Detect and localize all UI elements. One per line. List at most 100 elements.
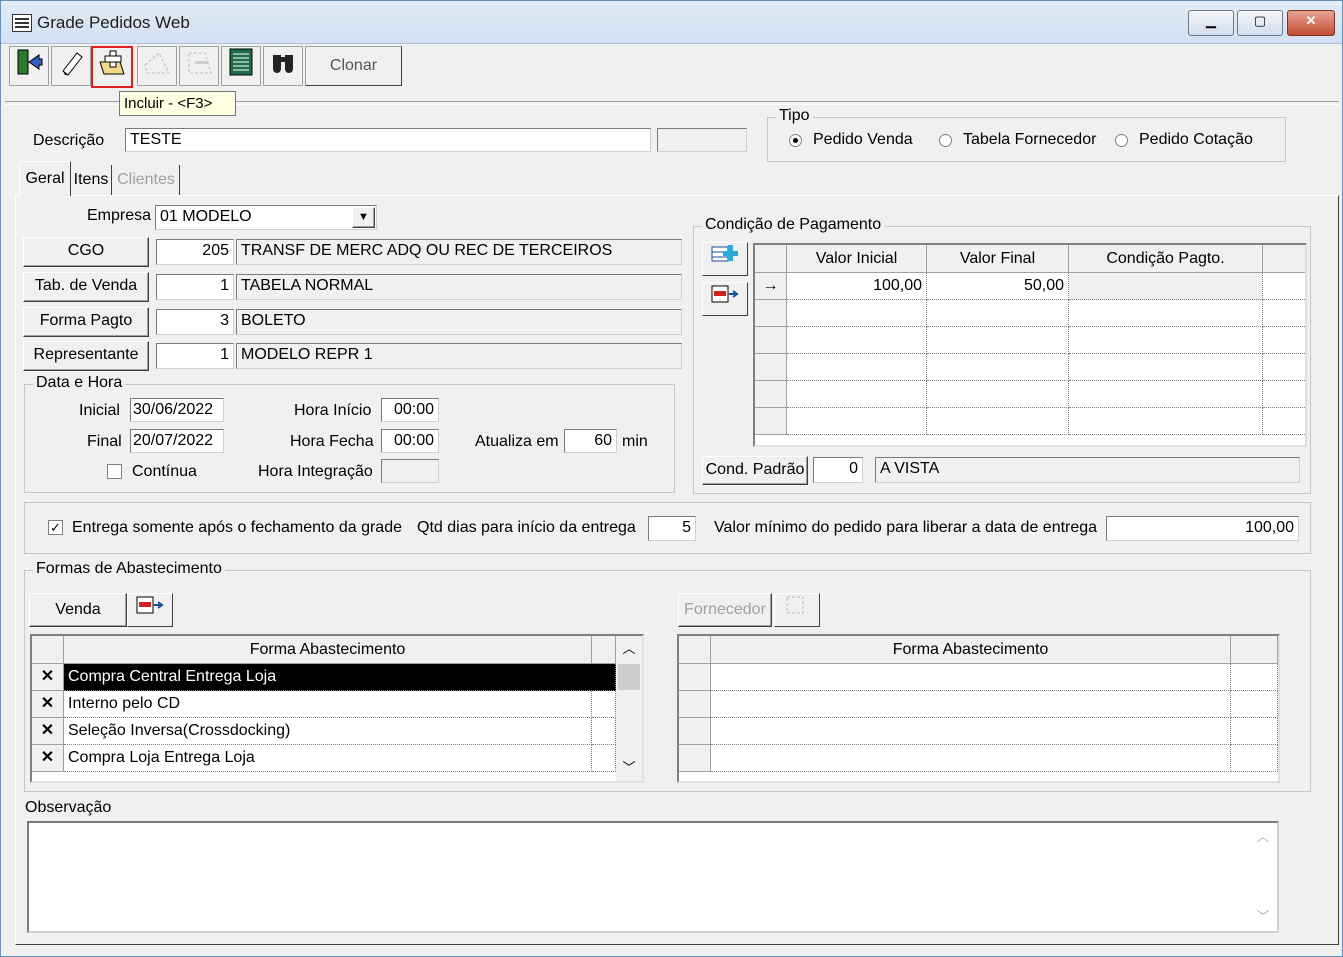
window-title: Grade Pedidos Web (37, 13, 190, 32)
radio-tabela-fornecedor[interactable] (939, 134, 952, 147)
tab-itens[interactable]: Itens (71, 165, 112, 195)
qtd-dias-input[interactable]: 5 (648, 516, 696, 541)
grid-cell[interactable] (927, 300, 1069, 327)
maximize-button[interactable]: ▢ (1237, 10, 1283, 36)
radio-pedido-cotacao[interactable] (1115, 134, 1128, 147)
binoculars-icon[interactable] (263, 46, 303, 86)
final-date-input[interactable]: 20/07/2022 (130, 429, 224, 453)
hora-fecha-label: Hora Fecha (290, 433, 374, 450)
scroll-up-icon[interactable]: ︿ (616, 636, 642, 662)
add-row-icon[interactable] (702, 242, 748, 276)
grid-cell[interactable] (1069, 354, 1263, 381)
observacao-textarea[interactable] (27, 821, 1279, 933)
hora-inicio-input[interactable]: 00:00 (381, 398, 439, 422)
exit-icon[interactable] (9, 46, 49, 86)
radio-pedido-venda[interactable] (789, 134, 802, 147)
incluir-tooltip: Incluir - <F3> (119, 91, 236, 116)
qtd-dias-label: Qtd dias para início da entrega (417, 519, 636, 536)
cond-padrao-button[interactable]: Cond. Padrão (702, 456, 808, 485)
entrega-checkbox-label: Entrega somente após o fechamento da gra… (72, 519, 402, 536)
remove-venda-icon[interactable] (127, 593, 173, 627)
cell-valor-inicial[interactable]: 100,00 (787, 273, 927, 300)
condicao-label: Condição de Pagamento (702, 216, 885, 234)
representante-code-field[interactable]: 1 (156, 343, 234, 369)
remove-row-icon[interactable] (702, 282, 748, 316)
grid-cell[interactable] (1069, 408, 1263, 435)
grid-cell[interactable] (927, 408, 1069, 435)
cgo-code-field[interactable]: 205 (156, 239, 234, 265)
cell-condicao[interactable] (1069, 273, 1263, 300)
grid-cell[interactable] (787, 327, 927, 354)
close-button[interactable]: ✕ (1287, 10, 1335, 36)
cond-padrao-desc-field: A VISTA (875, 457, 1300, 483)
grid-cell (1263, 381, 1305, 408)
grid-cell[interactable] (787, 381, 927, 408)
condicao-grid: Valor Inicial Valor Final Condição Pagto… (753, 243, 1307, 447)
grid-cell[interactable] (787, 300, 927, 327)
data-hora-label: Data e Hora (33, 374, 126, 392)
venda-row[interactable]: Compra Loja Entrega Loja (64, 745, 592, 772)
col-forma-abastecimento[interactable]: Forma Abastecimento (64, 636, 592, 664)
eraser-icon[interactable] (51, 46, 91, 86)
row-indicator (755, 354, 787, 381)
grid-cell[interactable] (711, 745, 1231, 772)
inicial-date-input[interactable]: 30/06/2022 (130, 398, 224, 422)
grid-cell (592, 691, 616, 718)
venda-row[interactable]: Interno pelo CD (64, 691, 592, 718)
grid-cell[interactable] (711, 718, 1231, 745)
row-indicator (755, 327, 787, 354)
scroll-thumb[interactable] (618, 664, 640, 690)
grid-cell[interactable] (787, 408, 927, 435)
tab-venda-code-field[interactable]: 1 (156, 274, 234, 300)
cell-valor-final[interactable]: 50,00 (927, 273, 1069, 300)
row-indicator (679, 745, 711, 772)
grid-icon[interactable] (221, 46, 261, 86)
cond-padrao-code-field[interactable]: 0 (813, 457, 863, 483)
scroll-up-icon[interactable]: ︿ (1251, 825, 1275, 849)
descricao-input[interactable]: TESTE (125, 128, 651, 152)
clonar-button[interactable]: Clonar (305, 46, 402, 86)
venda-row[interactable]: Seleção Inversa(Crossdocking) (64, 718, 592, 745)
venda-grid-scrollbar[interactable]: ︿ ﹀ (616, 636, 642, 781)
scroll-down-icon[interactable]: ﹀ (1251, 905, 1275, 929)
hora-fecha-input[interactable]: 00:00 (381, 429, 439, 453)
grid-cell[interactable] (1069, 300, 1263, 327)
cgo-button[interactable]: CGO (23, 237, 149, 267)
empresa-value: 01 MODELO (160, 208, 252, 225)
minimize-button[interactable]: ▁ (1188, 10, 1234, 36)
grid-cell[interactable] (787, 354, 927, 381)
venda-button[interactable]: Venda (29, 593, 127, 627)
venda-row-selected[interactable]: Compra Central Entrega Loja (64, 664, 616, 691)
scroll-down-icon[interactable]: ﹀ (616, 755, 642, 781)
atualiza-input[interactable]: 60 (564, 429, 617, 453)
grid-cell[interactable] (927, 327, 1069, 354)
grid-cell[interactable] (927, 381, 1069, 408)
grid-cell (592, 745, 616, 772)
fornecedor-button[interactable]: Fornecedor (678, 593, 772, 627)
col-condicao-pagto[interactable]: Condição Pagto. (1069, 245, 1263, 273)
col-valor-final[interactable]: Valor Final (927, 245, 1069, 273)
empresa-select[interactable]: 01 MODELO (155, 205, 377, 230)
representante-button[interactable]: Representante (23, 341, 149, 371)
grid-cell[interactable] (711, 664, 1231, 691)
col-valor-inicial[interactable]: Valor Inicial (787, 245, 927, 273)
grid-cell[interactable] (927, 354, 1069, 381)
forma-pagto-code-field[interactable]: 3 (156, 309, 234, 335)
col-forma-abastecimento[interactable]: Forma Abastecimento (711, 636, 1231, 664)
chevron-down-icon[interactable]: ▼ (352, 207, 375, 228)
tab-venda-button[interactable]: Tab. de Venda (23, 272, 149, 302)
grid-cell[interactable] (1069, 381, 1263, 408)
continua-checkbox[interactable] (107, 464, 122, 479)
add-icon[interactable] (91, 46, 133, 88)
representante-desc-field: MODELO REPR 1 (236, 343, 682, 369)
valor-minimo-input[interactable]: 100,00 (1106, 516, 1299, 541)
grid-cell[interactable] (711, 691, 1231, 718)
tab-geral[interactable]: Geral (19, 161, 71, 196)
row-indicator (755, 408, 787, 435)
grid-cell[interactable] (1069, 327, 1263, 354)
row-indicator (755, 381, 787, 408)
tab-clientes[interactable]: Clientes (113, 165, 180, 195)
forma-pagto-desc-field: BOLETO (236, 309, 682, 335)
forma-pagto-button[interactable]: Forma Pagto (23, 307, 149, 337)
entrega-checkbox[interactable]: ✓ (48, 520, 63, 535)
